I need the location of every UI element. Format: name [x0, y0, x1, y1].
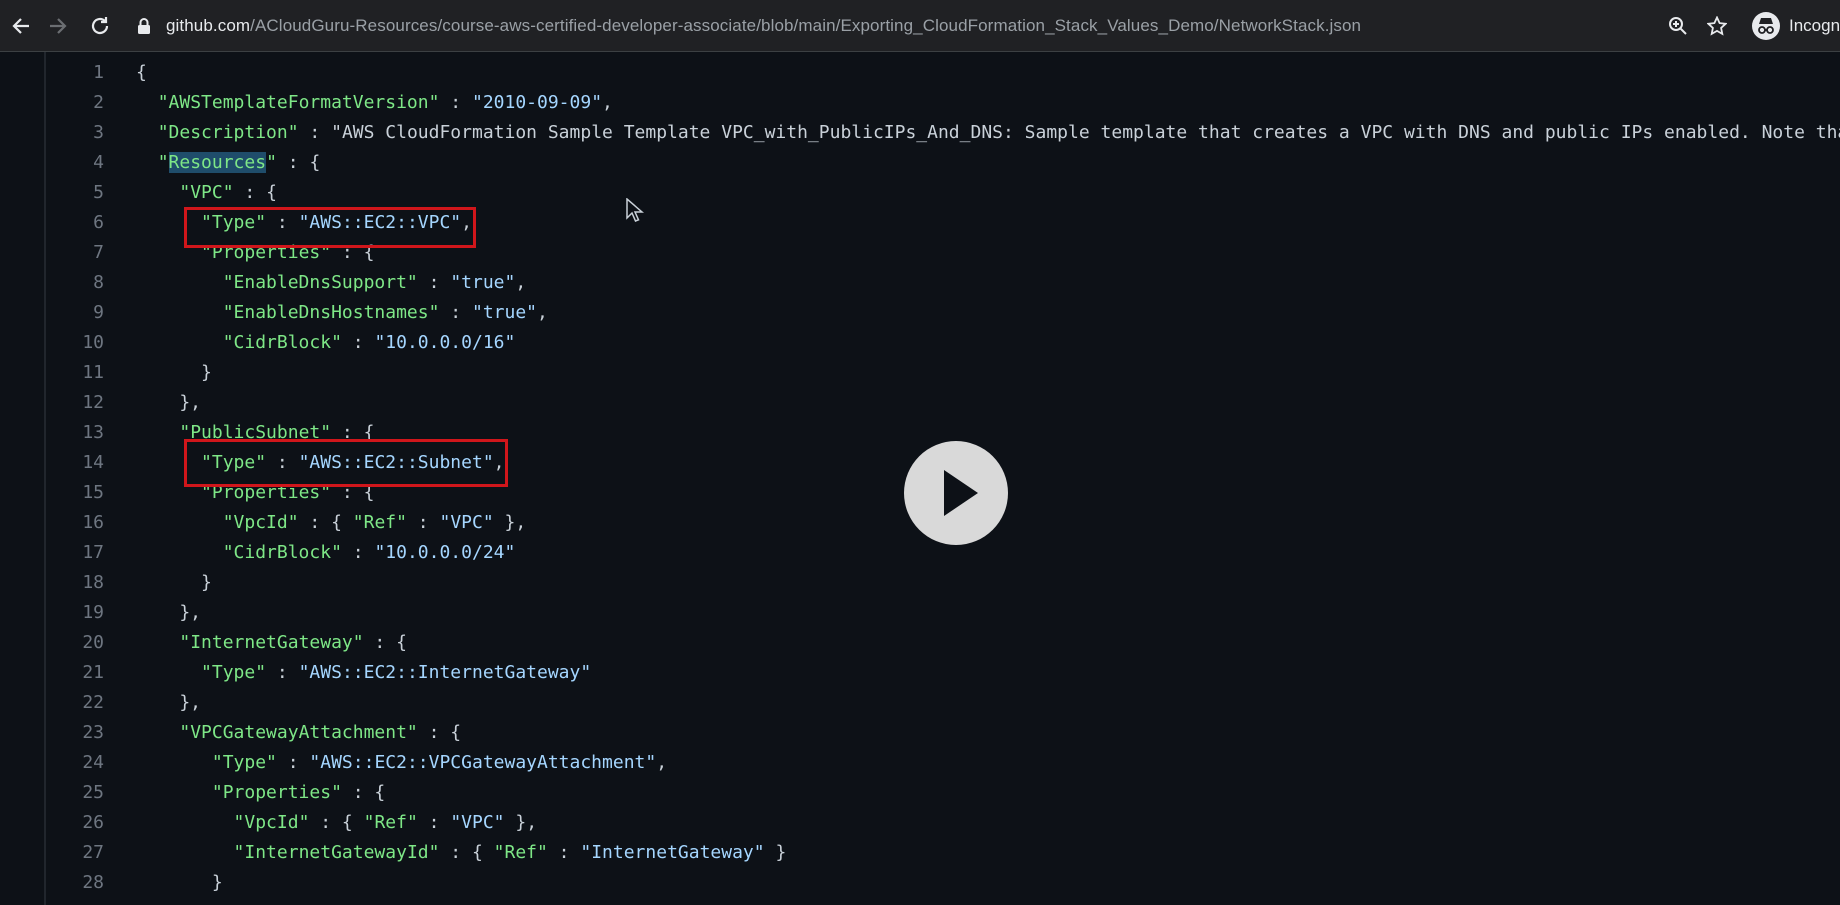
line-number[interactable]: 15	[0, 478, 104, 508]
code-text: },	[136, 602, 202, 623]
line-number[interactable]: 8	[0, 268, 104, 298]
line-number[interactable]: 22	[0, 688, 104, 718]
code-text: "Properties" : {	[211, 782, 386, 803]
line-number[interactable]: 1	[0, 58, 104, 88]
incognito-icon[interactable]	[1752, 12, 1780, 40]
code-line: 24 "Type" : "AWS::EC2::VPCGatewayAttachm…	[0, 748, 1840, 778]
line-number[interactable]: 16	[0, 508, 104, 538]
code-text: "Type" : "AWS::EC2::InternetGateway"	[201, 662, 592, 683]
line-number[interactable]: 18	[0, 568, 104, 598]
code-line: 21 "Type" : "AWS::EC2::InternetGateway"	[0, 658, 1840, 688]
line-number[interactable]: 25	[0, 778, 104, 808]
code-text: }	[136, 872, 223, 893]
code-text: "Description" : "AWS CloudFormation Samp…	[157, 122, 1840, 143]
profile-label[interactable]: Incogni	[1789, 14, 1840, 38]
line-number[interactable]: 2	[0, 88, 104, 118]
url-host: github.com	[166, 16, 251, 35]
code-text: "VPCGatewayAttachment" : {	[179, 722, 462, 743]
address-bar[interactable]: github.com/ACloudGuru-Resources/course-a…	[166, 14, 1361, 38]
code-text: "Type" : "AWS::EC2::VPCGatewayAttachment…	[211, 752, 668, 773]
code-line: 2 "AWSTemplateFormatVersion" : "2010-09-…	[0, 88, 1840, 118]
line-number[interactable]: 28	[0, 868, 104, 898]
play-icon	[944, 470, 978, 516]
line-number[interactable]: 21	[0, 658, 104, 688]
code-text: "InternetGateway" : {	[179, 632, 407, 653]
line-number[interactable]: 9	[0, 298, 104, 328]
code-line: 25 "Properties" : {	[0, 778, 1840, 808]
code-text: "CidrBlock" : "10.0.0.0/16"	[222, 332, 516, 353]
code-line: 4 "Resources" : {	[0, 148, 1840, 178]
code-text: "EnableDnsHostnames" : "true",	[222, 302, 548, 323]
lock-icon[interactable]	[136, 17, 152, 35]
highlight-box-vpc-type	[184, 207, 476, 248]
line-number[interactable]: 13	[0, 418, 104, 448]
line-number[interactable]: 17	[0, 538, 104, 568]
code-text: "VpcId" : { "Ref" : "VPC" },	[222, 512, 527, 533]
code-line: 10 "CidrBlock" : "10.0.0.0/16"	[0, 328, 1840, 358]
code-line: 27 "InternetGatewayId" : { "Ref" : "Inte…	[0, 838, 1840, 868]
star-icon[interactable]	[1704, 13, 1730, 39]
line-number[interactable]: 6	[0, 208, 104, 238]
line-number[interactable]: 19	[0, 598, 104, 628]
line-number[interactable]: 10	[0, 328, 104, 358]
zoom-icon[interactable]	[1665, 13, 1691, 39]
code-text: "Resources" : {	[157, 152, 321, 173]
line-number[interactable]: 14	[0, 448, 104, 478]
code-line: 18 }	[0, 568, 1840, 598]
line-number[interactable]: 3	[0, 118, 104, 148]
forward-arrow-icon[interactable]	[45, 13, 71, 39]
code-text: "VpcId" : { "Ref" : "VPC" },	[233, 812, 538, 833]
line-number[interactable]: 27	[0, 838, 104, 868]
line-number[interactable]: 24	[0, 748, 104, 778]
line-number[interactable]: 7	[0, 238, 104, 268]
line-number[interactable]: 26	[0, 808, 104, 838]
reload-icon[interactable]	[87, 13, 113, 39]
code-text: "VPC" : {	[179, 182, 277, 203]
code-line: 20 "InternetGateway" : {	[0, 628, 1840, 658]
play-button[interactable]	[904, 441, 1008, 545]
line-number[interactable]: 11	[0, 358, 104, 388]
line-number[interactable]: 4	[0, 148, 104, 178]
code-line: 9 "EnableDnsHostnames" : "true",	[0, 298, 1840, 328]
code-line: 11 }	[0, 358, 1840, 388]
mouse-cursor-icon	[626, 197, 645, 229]
browser-toolbar: github.com/ACloudGuru-Resources/course-a…	[0, 0, 1840, 52]
code-line: 8 "EnableDnsSupport" : "true",	[0, 268, 1840, 298]
search-highlight: Resources	[168, 152, 267, 173]
code-text: {	[136, 62, 147, 83]
code-text: "EnableDnsSupport" : "true",	[222, 272, 527, 293]
line-number[interactable]: 12	[0, 388, 104, 418]
code-line: 1{	[0, 58, 1840, 88]
code-text: "CidrBlock" : "10.0.0.0/24"	[222, 542, 516, 563]
code-text: },	[136, 392, 202, 413]
code-line: 3 "Description" : "AWS CloudFormation Sa…	[0, 118, 1840, 148]
code-line: 26 "VpcId" : { "Ref" : "VPC" },	[0, 808, 1840, 838]
code-line: 28 }	[0, 868, 1840, 898]
line-number[interactable]: 5	[0, 178, 104, 208]
back-arrow-icon[interactable]	[8, 13, 34, 39]
code-line: 19 },	[0, 598, 1840, 628]
url-path: /ACloudGuru-Resources/course-aws-certifi…	[250, 16, 1362, 35]
line-number[interactable]: 23	[0, 718, 104, 748]
code-line: 22 },	[0, 688, 1840, 718]
code-line: 12 },	[0, 388, 1840, 418]
code-text: },	[136, 692, 202, 713]
code-text: }	[136, 362, 212, 383]
line-number[interactable]: 20	[0, 628, 104, 658]
code-text: "InternetGatewayId" : { "Ref" : "Interne…	[233, 842, 787, 863]
code-line: 23 "VPCGatewayAttachment" : {	[0, 718, 1840, 748]
code-text: "AWSTemplateFormatVersion" : "2010-09-09…	[157, 92, 613, 113]
code-line: 5 "VPC" : {	[0, 178, 1840, 208]
highlight-box-subnet-type	[184, 439, 508, 487]
code-text: }	[136, 572, 212, 593]
